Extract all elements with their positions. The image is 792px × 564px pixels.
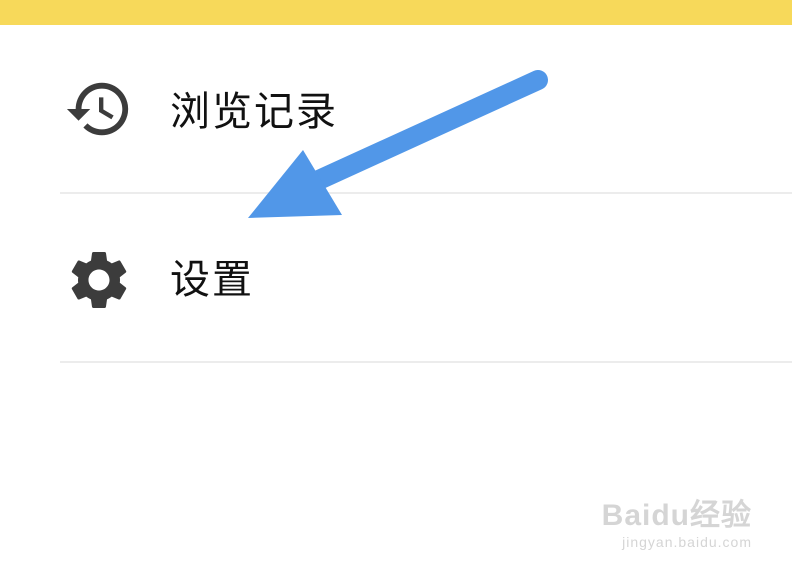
menu-item-settings-label: 设置: [170, 257, 254, 303]
gear-icon: [64, 245, 134, 315]
menu-item-settings[interactable]: 设置: [0, 196, 792, 364]
divider: [60, 192, 792, 194]
watermark: Baidu经验 jingyan.baidu.com: [602, 490, 752, 550]
divider: [60, 361, 792, 363]
menu-item-history[interactable]: 浏览记录: [0, 25, 792, 193]
watermark-url: jingyan.baidu.com: [622, 534, 752, 550]
history-icon: [64, 74, 134, 144]
watermark-brand: Baidu经验: [601, 499, 752, 532]
menu-item-history-label: 浏览记录: [170, 89, 338, 135]
top-bar: [0, 0, 792, 25]
